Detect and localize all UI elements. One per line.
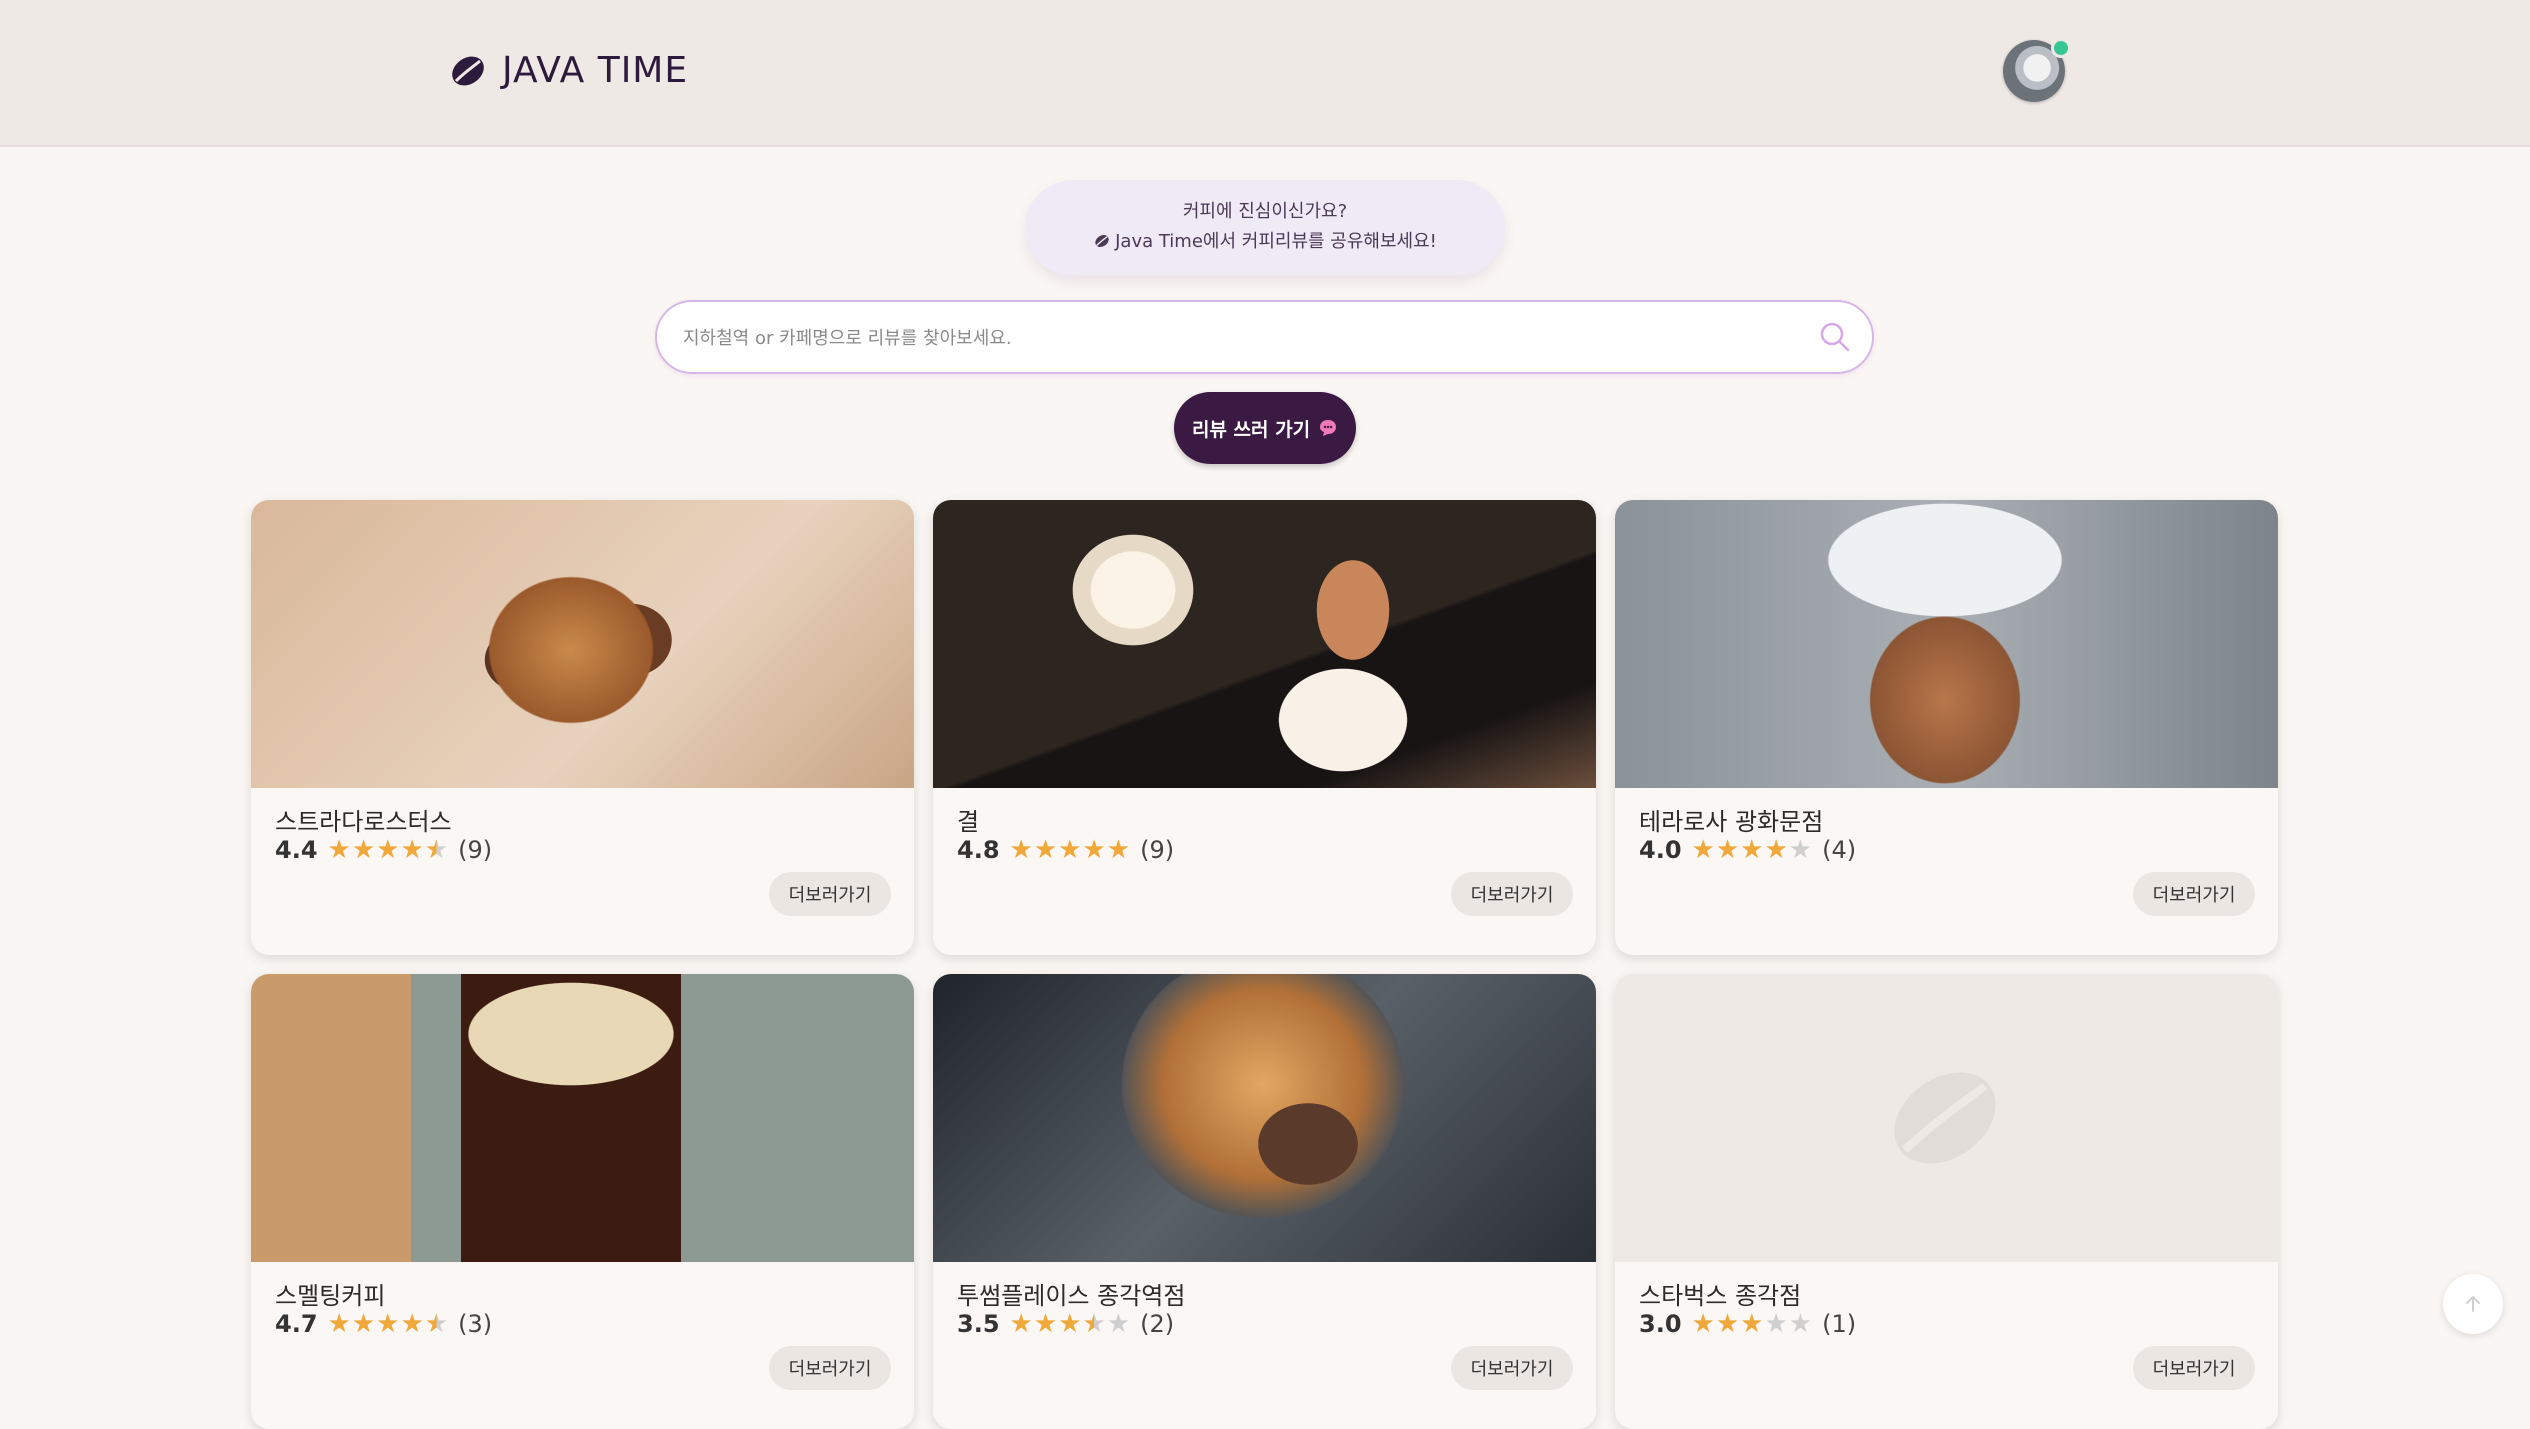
star-icon: ★ <box>1788 835 1813 865</box>
arrow-up-icon <box>2466 1295 2480 1312</box>
banner-line-2: Java Time에서 커피리뷰를 공유해보세요! <box>1025 227 1505 257</box>
scroll-to-top-button[interactable] <box>2443 1274 2503 1334</box>
cafe-photo <box>933 500 1596 788</box>
search-icon[interactable] <box>1818 320 1852 354</box>
cafe-card[interactable]: 스멜팅커피 4.7 ★ ★ ★ ★ ★ (3) 더보러가기 <box>251 974 914 1429</box>
star-icon: ★ <box>1058 835 1082 865</box>
star-icon: ★ <box>1715 835 1740 865</box>
rating-score: 4.7 <box>275 1310 318 1338</box>
star-icon: ★ <box>400 835 424 865</box>
cafe-rating: 4.4 ★ ★ ★ ★ ★ (9) <box>275 836 492 864</box>
rating-score: 3.0 <box>1639 1310 1682 1338</box>
rating-stars: ★ ★ ★ ★ ★ <box>328 1311 449 1337</box>
cafe-card[interactable]: 투썸플레이스 종각역점 3.5 ★ ★ ★ ★ ★ (2) 더보러가기 <box>933 974 1596 1429</box>
star-icon: ★ <box>1009 1309 1033 1339</box>
cafe-rating: 3.5 ★ ★ ★ ★ ★ (2) <box>957 1310 1174 1338</box>
coffee-bean-icon <box>1095 234 1109 248</box>
cafe-name: 결 <box>957 808 980 836</box>
cafe-name: 투썸플레이스 종각역점 <box>957 1282 1186 1310</box>
star-icon: ★ <box>1764 835 1788 865</box>
chat-bubble-icon <box>1320 420 1337 436</box>
review-count: (2) <box>1140 1310 1175 1338</box>
search-bar <box>655 300 1874 374</box>
review-count: (3) <box>458 1310 493 1338</box>
cafe-rating: 4.7 ★ ★ ★ ★ ★ (3) <box>275 1310 492 1338</box>
review-count: (9) <box>1140 836 1175 864</box>
cafe-photo-placeholder <box>1615 974 2278 1262</box>
star-icon: ★ <box>1106 835 1131 865</box>
rating-stars: ★ ★ ★ ★ ★ <box>328 837 449 863</box>
star-icon: ★ <box>424 835 449 865</box>
star-icon: ★ <box>1058 1309 1082 1339</box>
star-icon: ★ <box>1033 1309 1058 1339</box>
star-icon: ★ <box>1106 1309 1131 1339</box>
more-button[interactable]: 더보러가기 <box>1451 872 1573 916</box>
star-icon: ★ <box>400 1309 424 1339</box>
star-icon: ★ <box>327 1309 351 1339</box>
star-icon: ★ <box>424 1309 449 1339</box>
cafe-name: 스트라다로스터스 <box>275 808 452 836</box>
star-icon: ★ <box>1691 835 1715 865</box>
online-status-dot <box>2051 38 2071 58</box>
star-icon: ★ <box>327 835 351 865</box>
rating-stars: ★ ★ ★ ★ ★ <box>1010 1311 1131 1337</box>
star-icon: ★ <box>376 1309 400 1339</box>
rating-score: 4.0 <box>1639 836 1682 864</box>
cafe-photo <box>251 974 914 1262</box>
rating-stars: ★ ★ ★ ★ ★ <box>1692 837 1813 863</box>
cafe-card[interactable]: 테라로사 광화문점 4.0 ★ ★ ★ ★ ★ (4) 더보러가기 <box>1615 500 2278 955</box>
rating-score: 4.4 <box>275 836 318 864</box>
star-icon: ★ <box>1033 835 1058 865</box>
star-icon: ★ <box>1764 1309 1788 1339</box>
review-count: (9) <box>458 836 493 864</box>
star-icon: ★ <box>351 835 376 865</box>
coffee-bean-icon <box>1894 1072 1996 1164</box>
rating-stars: ★ ★ ★ ★ ★ <box>1010 837 1131 863</box>
star-icon: ★ <box>1009 835 1033 865</box>
write-review-label: 리뷰 쓰러 가기 <box>1191 418 1311 441</box>
more-button[interactable]: 더보러가기 <box>769 872 891 916</box>
banner-line-1: 커피에 진심이신가요? <box>1182 201 1348 222</box>
coffee-bean-icon <box>452 56 484 85</box>
cafe-card[interactable]: 결 4.8 ★ ★ ★ ★ ★ (9) 더보러가기 <box>933 500 1596 955</box>
more-button[interactable]: 더보러가기 <box>2133 1346 2255 1390</box>
cafe-photo <box>933 974 1596 1262</box>
rating-score: 3.5 <box>957 1310 1000 1338</box>
more-button[interactable]: 더보러가기 <box>769 1346 891 1390</box>
star-icon: ★ <box>351 1309 376 1339</box>
review-count: (4) <box>1822 836 1857 864</box>
star-icon: ★ <box>1082 835 1106 865</box>
top-header: JAVA TIME <box>0 0 2530 147</box>
cafe-name: 테라로사 광화문점 <box>1639 808 1824 836</box>
banner-line-2-text: Java Time에서 커피리뷰를 공유해보세요! <box>1115 231 1437 252</box>
cafe-rating: 4.0 ★ ★ ★ ★ ★ (4) <box>1639 836 1856 864</box>
star-icon: ★ <box>1082 1309 1106 1339</box>
cafe-photo <box>1615 500 2278 788</box>
cafe-card[interactable]: 스트라다로스터스 4.4 ★ ★ ★ ★ ★ (9) 더보러가기 <box>251 500 914 955</box>
cafe-name: 스타벅스 종각점 <box>1639 1282 1802 1310</box>
write-review-button[interactable]: 리뷰 쓰러 가기 <box>1174 392 1356 464</box>
star-icon: ★ <box>1740 835 1764 865</box>
rating-score: 4.8 <box>957 836 1000 864</box>
cafe-photo <box>251 500 914 788</box>
cafe-rating: 4.8 ★ ★ ★ ★ ★ (9) <box>957 836 1174 864</box>
cafe-name: 스멜팅커피 <box>275 1282 386 1310</box>
intro-banner: 커피에 진심이신가요? Java Time에서 커피리뷰를 공유해보세요! <box>1025 180 1505 276</box>
more-button[interactable]: 더보러가기 <box>2133 872 2255 916</box>
more-button[interactable]: 더보러가기 <box>1451 1346 1573 1390</box>
rating-stars: ★ ★ ★ ★ ★ <box>1692 1311 1813 1337</box>
star-icon: ★ <box>1788 1309 1813 1339</box>
star-icon: ★ <box>376 835 400 865</box>
cafe-rating: 3.0 ★ ★ ★ ★ ★ (1) <box>1639 1310 1856 1338</box>
brand-logo[interactable]: JAVA TIME <box>448 50 688 91</box>
review-count: (1) <box>1822 1310 1857 1338</box>
cafe-card[interactable]: 스타벅스 종각점 3.0 ★ ★ ★ ★ ★ (1) 더보러가기 <box>1615 974 2278 1429</box>
search-input[interactable] <box>681 302 1765 374</box>
star-icon: ★ <box>1715 1309 1740 1339</box>
brand-name: JAVA TIME <box>502 50 689 91</box>
star-icon: ★ <box>1740 1309 1764 1339</box>
star-icon: ★ <box>1691 1309 1715 1339</box>
